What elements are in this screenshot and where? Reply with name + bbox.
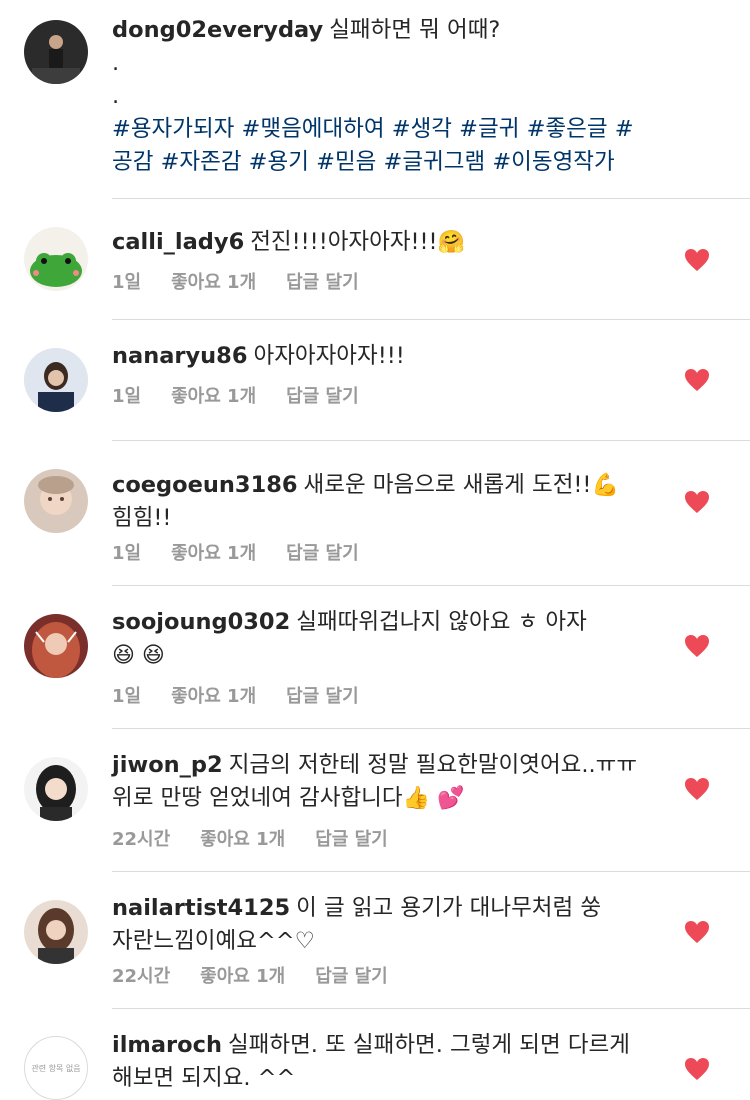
- comment-text: jiwon_p2 지금의 저한테 정말 필요한말이엿어요..ㅠㅠ 위로 만땅 얻었…: [112, 749, 652, 815]
- avatar[interactable]: 관련 항목 없음: [24, 1036, 88, 1100]
- hashtag[interactable]: #글귀그램: [384, 149, 486, 175]
- avatar[interactable]: [24, 757, 88, 821]
- divider: [112, 728, 750, 729]
- comment-username[interactable]: calli_lady6: [112, 229, 244, 255]
- avatar[interactable]: [24, 20, 88, 84]
- comment-username[interactable]: soojoung0302: [112, 609, 290, 635]
- comment-meta: 22시간 좋아요 1개 답글 달기: [112, 962, 418, 988]
- caption-dot: .: [112, 83, 120, 109]
- comment-time: 1일: [112, 272, 142, 293]
- comment-text: soojoung0302 실패따위겁나지 않아요 ㅎ 아자 😆 😆: [112, 606, 652, 672]
- avatar[interactable]: [24, 469, 88, 533]
- comment-username[interactable]: ilmaroch: [112, 1032, 222, 1058]
- comment-text: coegoeun3186 새로운 마음으로 새롭게 도전!!💪 힘힘!!: [112, 469, 652, 535]
- flexed-biceps-icon: 💪: [591, 473, 619, 498]
- reply-button[interactable]: 답글 달기: [286, 543, 359, 564]
- avatar[interactable]: [24, 614, 88, 678]
- reply-button[interactable]: 답글 달기: [286, 386, 359, 407]
- avatar[interactable]: [24, 900, 88, 964]
- hashtag[interactable]: #믿음: [316, 149, 376, 175]
- comment-likes[interactable]: 좋아요 1개: [171, 543, 256, 564]
- hashtag[interactable]: #글귀: [459, 116, 519, 142]
- hashtag[interactable]: #생각: [392, 116, 452, 142]
- heart-icon[interactable]: [684, 634, 710, 658]
- divider: [112, 1008, 750, 1009]
- hashtag[interactable]: #좋은글: [527, 116, 608, 142]
- comment-text: nailartist4125 이 글 읽고 용기가 대나무처럼 쑹 자란느낌이예요…: [112, 892, 652, 958]
- reply-button[interactable]: 답글 달기: [315, 829, 388, 850]
- caption-username[interactable]: dong02everyday: [112, 17, 323, 43]
- comment-body: 실패따위겁나지 않아요 ㅎ 아자: [296, 609, 587, 635]
- thumbs-up-heart-icon: 👍 💕: [402, 786, 465, 811]
- post-caption: dong02everyday 실패하면 뭐 어때? . . #용자가되자 #맺음에…: [0, 0, 750, 198]
- comment-meta: 1일 좋아요 1개 답글 달기: [112, 539, 389, 565]
- comment-username[interactable]: jiwon_p2: [112, 752, 223, 778]
- reply-button[interactable]: 답글 달기: [286, 272, 359, 293]
- comment-meta: 1일 좋아요 1개 답글 달기: [112, 382, 389, 408]
- comment-body: 힘힘!!: [112, 505, 172, 531]
- comment-likes[interactable]: 좋아요 1개: [200, 829, 285, 850]
- heart-icon[interactable]: [684, 490, 710, 514]
- heart-icon[interactable]: [684, 368, 710, 392]
- comment-time: 1일: [112, 686, 142, 707]
- divider: [112, 319, 750, 320]
- comment-body: 새로운 마음으로 새롭게 도전!!: [303, 472, 592, 498]
- comment-meta: 1일 좋아요 1개 답글 달기: [112, 682, 389, 708]
- divider: [112, 871, 750, 872]
- hashtag[interactable]: #용기: [249, 149, 309, 175]
- comment-likes[interactable]: 좋아요 1개: [171, 386, 256, 407]
- reply-button[interactable]: 답글 달기: [286, 686, 359, 707]
- divider: [112, 198, 750, 199]
- caption-dot: .: [112, 50, 120, 76]
- divider: [112, 440, 750, 441]
- comment-body: 아자아자아자!!!: [253, 343, 405, 369]
- heart-icon[interactable]: [684, 920, 710, 944]
- avatar-placeholder-text: 관련 항목 없음: [31, 1063, 81, 1073]
- heart-icon[interactable]: [684, 248, 710, 272]
- caption-text: dong02everyday 실패하면 뭐 어때? . . #용자가되자 #맺음에…: [112, 14, 652, 179]
- reply-button[interactable]: 답글 달기: [315, 966, 388, 987]
- heart-icon[interactable]: [684, 1057, 710, 1081]
- comment-username[interactable]: nanaryu86: [112, 343, 248, 369]
- hashtag[interactable]: #맺음에대하여: [242, 116, 385, 142]
- caption-title: 실패하면 뭐 어때?: [329, 17, 501, 43]
- comment-text: ilmaroch 실패하면. 또 실패하면. 그렇게 되면 다르게 해보면 되지요…: [112, 1029, 652, 1095]
- comment-time: 1일: [112, 543, 142, 564]
- avatar[interactable]: [24, 227, 88, 291]
- avatar[interactable]: [24, 348, 88, 412]
- hugging-face-icon: 🤗: [437, 230, 465, 255]
- hashtag[interactable]: #용자가되자: [112, 116, 234, 142]
- hashtag-list: #용자가되자 #맺음에대하여 #생각 #글귀 #좋은글 #공감 #자존감 #용기…: [112, 113, 652, 179]
- comment-body: 전진!!!!아자아자!!!: [250, 229, 438, 255]
- divider: [112, 585, 750, 586]
- comment-text: calli_lady6 전진!!!!아자아자!!!🤗: [112, 226, 652, 259]
- comment-meta: 1일 좋아요 1개 답글 달기: [112, 268, 389, 294]
- hashtag[interactable]: #자존감: [161, 149, 242, 175]
- laughing-face-icon: 😆 😆: [112, 643, 165, 668]
- heart-icon[interactable]: [684, 777, 710, 801]
- comment-likes[interactable]: 좋아요 1개: [171, 686, 256, 707]
- comment-time: 22시간: [112, 829, 171, 850]
- comment-text: nanaryu86 아자아자아자!!!: [112, 340, 652, 373]
- comment-likes[interactable]: 좋아요 1개: [200, 966, 285, 987]
- comment-username[interactable]: nailartist4125: [112, 895, 290, 921]
- comment-likes[interactable]: 좋아요 1개: [171, 272, 256, 293]
- comment-username[interactable]: coegoeun3186: [112, 472, 298, 498]
- comment-time: 1일: [112, 386, 142, 407]
- hashtag[interactable]: #이동영작가: [492, 149, 614, 175]
- comment-meta: 22시간 좋아요 1개 답글 달기: [112, 825, 418, 851]
- comment-time: 22시간: [112, 966, 171, 987]
